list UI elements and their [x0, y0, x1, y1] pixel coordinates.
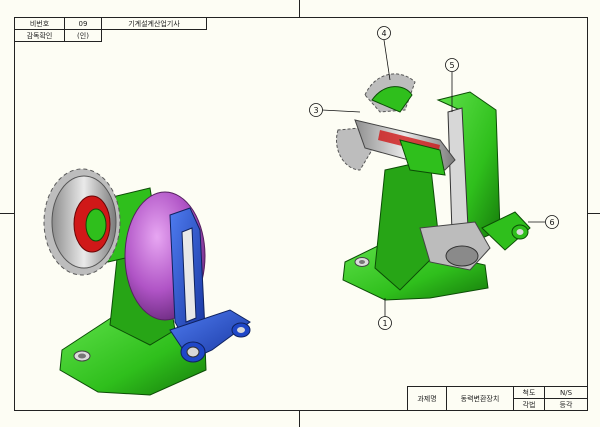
callout-6: 6	[528, 215, 559, 229]
right-base-hole	[359, 260, 365, 264]
isometric-assembly-drawing: 1 3 4 5 6	[43, 26, 559, 396]
left-assembly	[43, 168, 251, 396]
right-cutaway-assembly	[336, 73, 531, 301]
callout-5-label: 5	[449, 61, 454, 70]
project-name: 동력변환장치	[446, 386, 514, 411]
callout-3-label: 3	[313, 106, 318, 115]
scale-label: 척도	[513, 386, 545, 399]
callout-4: 4	[377, 26, 391, 81]
project-label: 과제명	[407, 386, 447, 411]
callout-4-label: 4	[381, 29, 386, 38]
drawing-sheet: 비번호 09 기계설계산업기사 감독확인 (인) 1 3 4 5 6 과제명 동…	[0, 0, 600, 427]
scale-value: N/S	[544, 386, 588, 399]
callout-6-label: 6	[549, 218, 554, 227]
title-block: 과제명 동력변환장치 척도 N/S 각법 등각	[407, 386, 588, 411]
callout-1-label: 1	[382, 319, 387, 328]
projection-label: 각법	[513, 398, 545, 411]
callout-1: 1	[378, 298, 392, 330]
projection-value: 등각	[544, 398, 588, 411]
callout-3: 3	[309, 103, 361, 117]
